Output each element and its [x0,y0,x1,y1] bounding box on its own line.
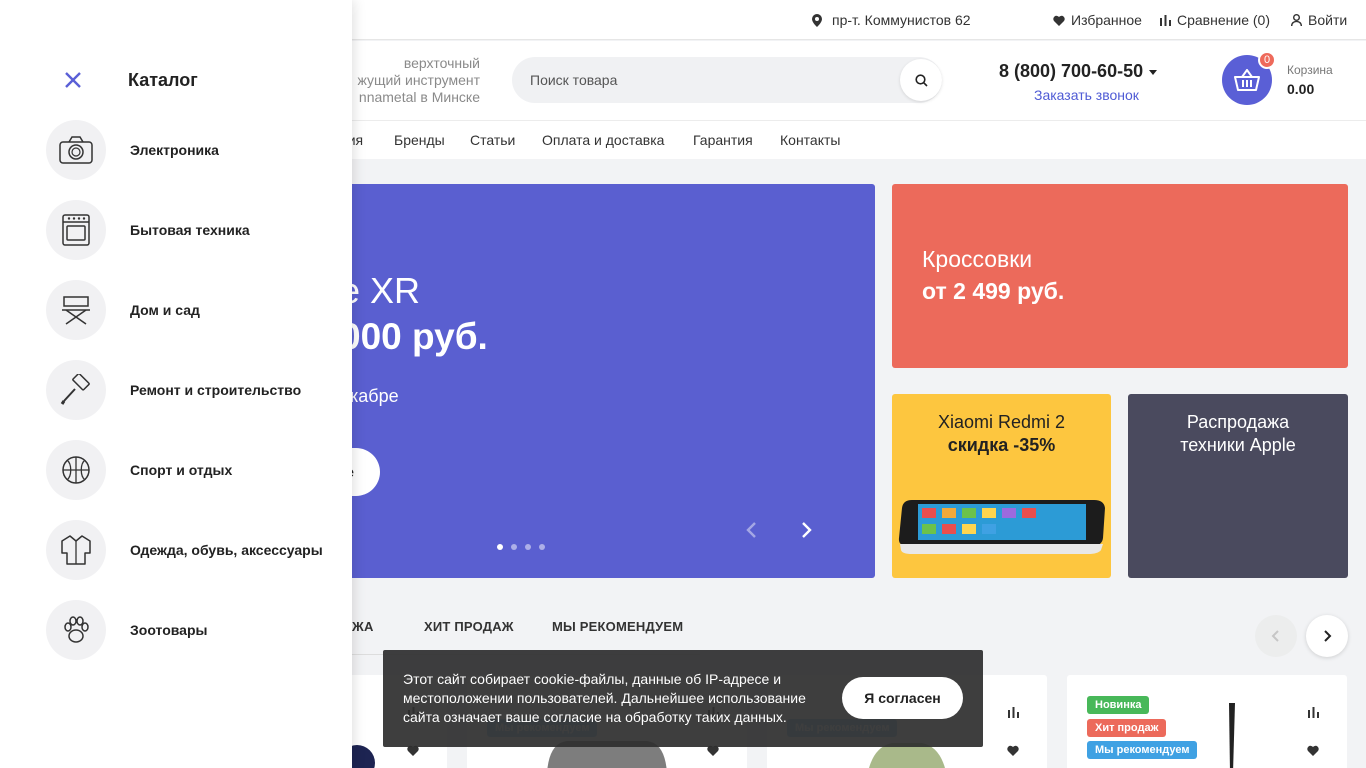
compare-label: Сравнение (0) [1177,12,1270,28]
tab-sale[interactable]: ЖА [352,619,374,634]
catalog-item-sport[interactable]: Спорт и отдых [46,440,336,500]
cart-label: Корзина [1287,63,1333,77]
favorites-link[interactable]: Избранное [1053,0,1142,40]
chevron-right-icon [802,522,812,538]
banner-sneakers[interactable]: Кроссовки от 2 499 руб. [892,184,1348,368]
catalog-item-label: Электроника [130,142,219,158]
address-link[interactable]: пр-т. Коммунистов 62 [812,0,971,40]
heart-icon [1053,15,1065,26]
nav-item-brands[interactable]: Бренды [394,132,445,148]
camera-icon [46,120,106,180]
catalog-item-label: Ремонт и строительство [130,382,302,398]
catalog-item-label: Дом и сад [130,302,200,318]
catalog-item-repair[interactable]: Ремонт и строительство [46,360,336,420]
banner-xiaomi-discount: скидка -35% [947,435,1056,455]
catalog-item-appliances[interactable]: Бытовая техника [46,200,336,260]
jacket-icon [46,520,106,580]
chair-icon [46,280,106,340]
search-button[interactable] [900,59,942,101]
address-text: пр-т. Коммунистов 62 [832,12,971,28]
banner-sneakers-price: от 2 499 руб. [922,278,1065,304]
search-box [512,57,942,103]
slider-prev-button[interactable] [742,520,762,545]
basket-icon [1234,69,1260,91]
heart-icon[interactable] [1307,743,1319,761]
compare-link[interactable]: Сравнение (0) [1160,0,1270,40]
tab-recommended[interactable]: МЫ РЕКОМЕНДУЕМ [552,619,683,634]
chevron-down-icon [1149,69,1158,75]
phone-number[interactable]: 8 (800) 700-60-50 [999,61,1158,82]
slider-dot[interactable] [525,544,531,550]
catalog-item-clothing[interactable]: Одежда, обувь, аксессуары [46,520,336,580]
catalog-item-label: Бытовая техника [130,222,250,238]
nav-item-payment-delivery[interactable]: Оплата и доставка [542,132,664,148]
products-prev-button[interactable] [1255,615,1297,657]
ball-icon [46,440,106,500]
paint-roller-icon [46,360,106,420]
chevron-left-icon [1271,630,1279,642]
slider-dot[interactable] [511,544,517,550]
slider-dot[interactable] [497,544,503,550]
catalog-drawer: Каталог Электроника Бытовая техника Дом … [0,0,352,768]
product-card[interactable]: Новинка Хит продаж Мы рекомендуем [1067,675,1347,768]
products-next-button[interactable] [1306,615,1348,657]
paw-icon [46,600,106,660]
catalog-item-label: Спорт и отдых [130,462,233,478]
badge-bestseller: Хит продаж [1087,719,1167,737]
banner-apple-sale[interactable]: Распродажа техники Apple [1128,394,1348,578]
slider-dot[interactable] [539,544,545,550]
cart-sum: 0.00 [1287,81,1315,97]
badge-new: Новинка [1087,696,1150,714]
slider-dots [497,544,545,550]
close-button[interactable] [62,69,84,91]
banner-sneakers-title: Кроссовки [922,246,1033,272]
nav-item-contacts[interactable]: Контакты [780,132,840,148]
location-pin-icon [812,13,822,27]
chevron-right-icon [1324,630,1332,642]
product-image [1229,703,1235,768]
catalog-item-label: Зоотовары [130,622,208,638]
search-icon [914,73,928,87]
slider-next-button[interactable] [796,520,816,545]
catalog-item-label: Одежда, обувь, аксессуары [130,542,323,558]
favorites-label: Избранное [1071,12,1142,28]
callback-link[interactable]: Заказать звонок [1034,87,1139,103]
hero-price: 000 руб. [340,316,488,357]
catalog-item-home-garden[interactable]: Дом и сад [46,280,336,340]
banner-xiaomi[interactable]: Xiaomi Redmi 2 скидка -35% [892,394,1111,578]
user-icon [1291,14,1302,26]
banner-apple-line1: Распродажа [1186,412,1290,432]
tab-bestsellers[interactable]: ХИТ ПРОДАЖ [424,619,514,634]
cookie-notice: Этот сайт собирает cookie-файлы, данные … [383,650,983,747]
cookie-text: Этот сайт собирает cookie-файлы, данные … [403,671,806,725]
phone-image [898,500,1105,554]
login-label: Войти [1308,12,1348,28]
chevron-left-icon [746,522,756,538]
compare-icon[interactable] [1008,705,1019,723]
login-link[interactable]: Войти [1291,0,1347,40]
compare-icon[interactable] [1308,705,1319,723]
catalog-item-electronics[interactable]: Электроника [46,120,336,180]
badge-recommended: Мы рекомендуем [1087,741,1198,759]
cookie-accept-button[interactable]: Я согласен [842,677,963,719]
hero-title: e XR [340,270,421,311]
banner-xiaomi-title: Xiaomi Redmi 2 [937,412,1066,432]
nav-item-articles[interactable]: Статьи [470,132,515,148]
oven-icon [46,200,106,260]
catalog-title: Каталог [128,70,198,90]
phone-text: 8 (800) 700-60-50 [999,61,1144,81]
close-icon [65,72,81,88]
compare-bars-icon [1160,14,1171,26]
catalog-item-pets[interactable]: Зоотовары [46,600,336,660]
cart-count-badge: 0 [1258,51,1276,69]
banner-apple-line2: техники Apple [1180,435,1296,455]
nav-item-warranty[interactable]: Гарантия [693,132,753,148]
search-input[interactable] [530,57,890,103]
heart-icon[interactable] [1007,743,1019,761]
